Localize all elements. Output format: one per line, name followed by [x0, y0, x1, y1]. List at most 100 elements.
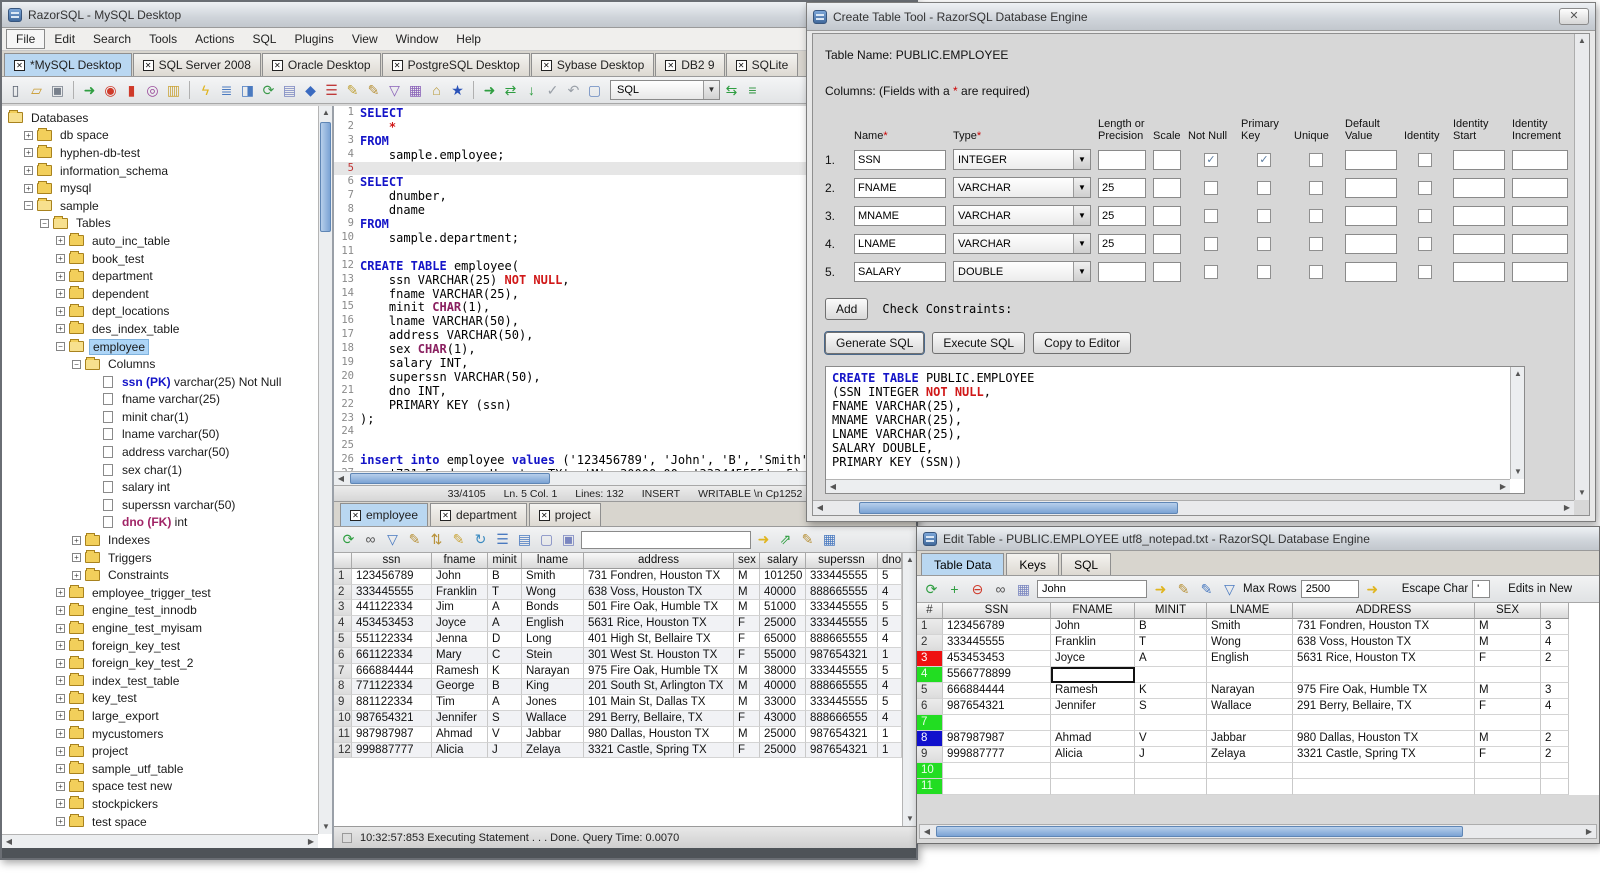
grid-cell[interactable] [1135, 763, 1207, 779]
tree-item-test-space[interactable]: + test space [4, 813, 318, 831]
grid-cell[interactable]: King [522, 679, 584, 696]
menu-actions[interactable]: Actions [186, 30, 243, 48]
grid-cell[interactable]: 5 [878, 616, 902, 632]
length-input[interactable] [1098, 205, 1146, 226]
grid-cell[interactable] [1293, 715, 1475, 731]
unique-checkbox[interactable] [1309, 152, 1323, 167]
edit-tab-keys[interactable]: Keys [1006, 553, 1060, 575]
table-row[interactable]: 8 987987987 Ahmad V Jabbar 980 Dallas, Housto… [917, 731, 1599, 747]
grid-cell[interactable] [1051, 763, 1135, 779]
grid-cell[interactable]: Ahmad [1051, 731, 1135, 747]
identity-checkbox[interactable] [1418, 152, 1432, 167]
tree-item-mycustomers[interactable]: + mycustomers [4, 725, 318, 743]
tree-item-fname-varchar-25-[interactable]: fname varchar(25) [4, 391, 318, 409]
max-rows-input[interactable] [1300, 580, 1359, 598]
column-icon[interactable]: ▦ [406, 81, 425, 100]
grid-cell[interactable]: 51000 [760, 600, 806, 617]
statement-type-dropdown[interactable]: SQL ▼ [610, 80, 720, 100]
expand-icon[interactable]: + [56, 588, 65, 598]
tree-item-engine_test_myisam[interactable]: + engine_test_myisam [4, 619, 318, 637]
table-row[interactable]: 5 666884444 Ramesh K Narayan 975 Fire Oak, Hu… [917, 683, 1599, 699]
grid-cell[interactable]: Long [522, 631, 584, 648]
grid-cell[interactable]: V [1135, 731, 1207, 747]
grid-cell[interactable]: 881122334 [352, 695, 432, 711]
grid-cell[interactable] [1475, 715, 1541, 731]
tree-item-project[interactable]: + project [4, 742, 318, 760]
grid-cell[interactable] [1293, 763, 1475, 779]
identity-increment-input[interactable] [1512, 261, 1568, 282]
favorites-icon[interactable]: ★ [448, 81, 467, 100]
grid-cell[interactable] [1051, 667, 1135, 683]
grid-cell[interactable]: 333445555 [943, 635, 1051, 651]
grid-cell[interactable]: S [1135, 699, 1207, 715]
grid-cell[interactable]: 999887777 [943, 747, 1051, 763]
grid-cell[interactable]: 333445555 [806, 695, 878, 711]
tree-item-tables[interactable]: − Tables [4, 215, 318, 233]
save-icon[interactable]: ▣ [48, 81, 67, 100]
expand-icon[interactable]: + [56, 693, 65, 703]
copy-to-editor-button[interactable]: Copy to Editor [1033, 332, 1132, 354]
grid-cell[interactable]: 4 [878, 679, 902, 696]
scroll-left-icon[interactable]: ◀ [334, 472, 348, 486]
scrollbar-thumb[interactable] [936, 826, 1464, 837]
column-name-input[interactable] [854, 261, 946, 282]
grid-cell[interactable]: Jim [432, 600, 488, 617]
not-null-checkbox[interactable] [1204, 180, 1218, 195]
download-icon[interactable]: ↓ [522, 81, 541, 100]
tree-horizontal-scrollbar[interactable]: ◀ ▶ [2, 834, 318, 848]
grid-cell[interactable] [1135, 715, 1207, 731]
preview-vertical-scrollbar[interactable]: ▲ ▼ [1510, 367, 1524, 479]
table-row[interactable]: 6 987654321 Jennifer S Wallace 291 Berry, Bel… [917, 699, 1599, 715]
grid-cell[interactable]: Zelaya [1207, 747, 1293, 763]
menu-window[interactable]: Window [387, 30, 448, 48]
open-folder-icon[interactable]: ▱ [27, 81, 46, 100]
grid-cell[interactable] [1207, 715, 1293, 731]
table-row[interactable]: 11 987987987 Ahmad V Jabbar 980 Dallas, Houst… [334, 726, 902, 743]
connection-tab-sql-server-2008[interactable]: ✕ SQL Server 2008 [132, 53, 261, 76]
grid-cell[interactable]: 33000 [760, 695, 806, 711]
grid-cell[interactable]: A [488, 616, 522, 632]
menu-file[interactable]: File [6, 29, 46, 49]
tree-item-stockpickers[interactable]: + stockpickers [4, 795, 318, 813]
results-list-icon[interactable]: ≡ [743, 81, 762, 100]
grid-cell[interactable]: 123456789 [943, 619, 1051, 635]
tree-item-department[interactable]: + department [4, 267, 318, 285]
grid-cell[interactable]: T [1135, 635, 1207, 651]
not-null-checkbox[interactable]: ✓ [1204, 152, 1218, 167]
close-tab-icon[interactable]: ✕ [735, 59, 747, 71]
primary-key-checkbox[interactable] [1257, 180, 1271, 195]
grid-cell[interactable] [1475, 779, 1541, 795]
sort-icon[interactable]: ⇅ [427, 530, 446, 549]
preview-horizontal-scrollbar[interactable]: ◀ ▶ [826, 479, 1510, 493]
go-icon[interactable]: ➜ [480, 81, 499, 100]
grid-cell[interactable]: Wong [1207, 635, 1293, 651]
grid-cell[interactable]: Tim [432, 695, 488, 711]
table-row[interactable]: 6 661122334 Mary C Stein 301 West St. Houston… [334, 647, 902, 664]
collapse-icon[interactable]: − [56, 342, 65, 352]
grid-cell[interactable]: Wallace [1207, 699, 1293, 715]
grid-cell[interactable]: M [734, 679, 760, 696]
chevron-down-icon[interactable]: ▼ [1073, 234, 1090, 253]
tree-item-minit-char-1-[interactable]: minit char(1) [4, 408, 318, 426]
highlight-icon[interactable]: ✎ [1174, 580, 1193, 599]
primary-key-checkbox[interactable]: ✓ [1257, 152, 1271, 167]
tree-item-salary-int[interactable]: salary int [4, 478, 318, 496]
grid-cell[interactable]: 333445555 [352, 584, 432, 601]
connection-tab-oracle-desktop[interactable]: ✕ Oracle Desktop [261, 53, 381, 76]
scroll-left-icon[interactable]: ◀ [920, 825, 934, 839]
grid-cell[interactable] [943, 715, 1051, 731]
column-header-minit[interactable]: minit [488, 553, 522, 569]
expand-icon[interactable]: + [24, 148, 33, 158]
tree-item-hyphen-db-test[interactable]: + hyphen-db-test [4, 144, 318, 162]
grid-cell[interactable]: Ahmad [432, 726, 488, 743]
scale-input[interactable] [1153, 261, 1181, 282]
expand-icon[interactable]: + [24, 130, 33, 140]
key-columns-icon[interactable]: ✎ [449, 530, 468, 549]
grid-cell[interactable]: Jenna [432, 631, 488, 648]
grid-cell[interactable]: D [488, 631, 522, 648]
scroll-up-icon[interactable]: ▲ [1575, 34, 1589, 48]
grid-cell[interactable]: Narayan [1207, 683, 1293, 699]
expand-icon[interactable]: + [24, 166, 33, 176]
refresh-doc-icon[interactable]: ⟳ [259, 81, 278, 100]
identity-increment-input[interactable] [1512, 233, 1568, 254]
